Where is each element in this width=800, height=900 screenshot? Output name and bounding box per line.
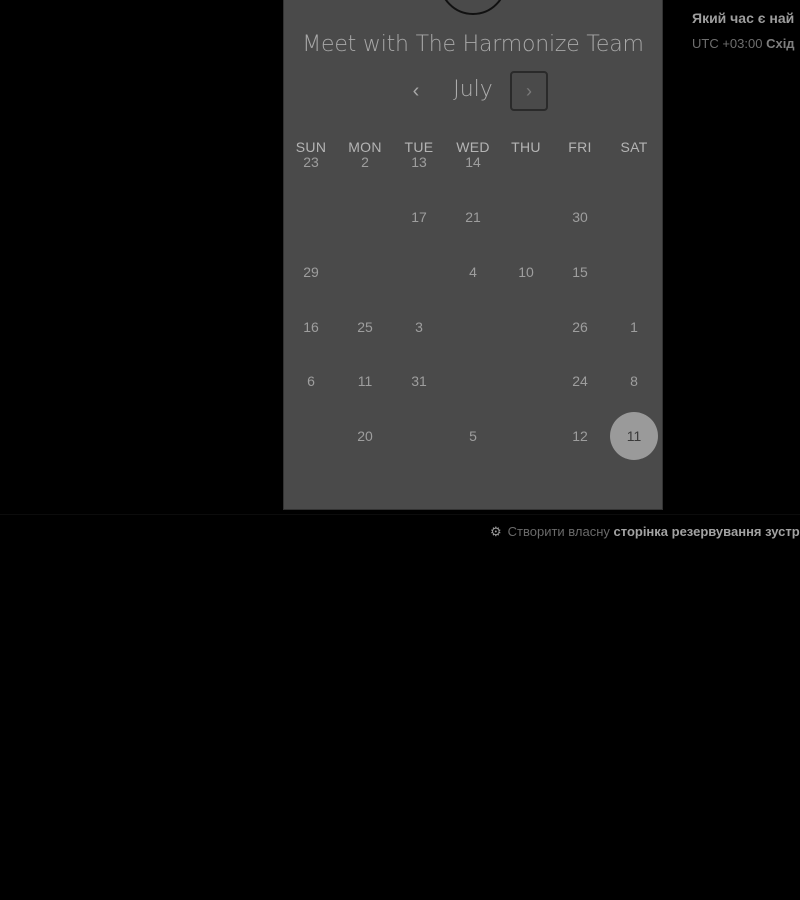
day-cell[interactable]: 15	[556, 248, 604, 296]
day-cell[interactable]: 26	[556, 303, 604, 351]
weekday-sat: SAT	[620, 139, 648, 155]
day-cell[interactable]: 24	[556, 357, 604, 405]
day-cell[interactable]: 11	[341, 357, 389, 405]
time-selection-header: Який час є най UTC +03:00 Схід	[692, 10, 800, 51]
day-cell[interactable]: 6	[287, 357, 335, 405]
time-question: Який час є най	[692, 10, 795, 26]
weekday-thu: THU	[511, 139, 541, 155]
timezone-label[interactable]: UTC +03:00 Схід	[692, 36, 800, 51]
day-selected[interactable]: 11	[610, 412, 658, 460]
day-cell[interactable]: 14	[449, 138, 497, 186]
day-cell[interactable]: 13	[395, 138, 443, 186]
day-cell[interactable]: 31	[395, 357, 443, 405]
timezone-name: Схід	[766, 36, 795, 51]
chevron-right-icon: ›	[526, 81, 532, 101]
day-cell[interactable]: 20	[341, 412, 389, 460]
footer-link-text[interactable]: сторінка резервування зустр	[614, 524, 800, 539]
hubspot-sprocket-icon: ⚙	[490, 524, 502, 539]
avatar	[439, 0, 507, 15]
day-cell[interactable]: 2	[341, 138, 389, 186]
create-booking-page-link[interactable]: ⚙ Створити власну сторінка резервування …	[490, 524, 800, 540]
weekday-fri: FRI	[568, 139, 592, 155]
day-cell[interactable]: 16	[287, 303, 335, 351]
day-cell[interactable]: 29	[287, 248, 335, 296]
day-cell[interactable]: 30	[556, 193, 604, 241]
day-cell[interactable]: 10	[502, 248, 550, 296]
day-cell[interactable]: 3	[395, 303, 443, 351]
day-cell[interactable]: 5	[449, 412, 497, 460]
day-cell[interactable]: 17	[395, 193, 443, 241]
timezone-offset: UTC +03:00	[692, 36, 763, 51]
page-title: Meet with The Harmonize Team	[302, 32, 644, 57]
day-cell[interactable]: 8	[610, 357, 658, 405]
month-label: July	[453, 77, 493, 102]
chevron-left-icon: ‹	[412, 80, 420, 102]
month-navigation: ‹ July ›	[284, 69, 662, 115]
day-cell[interactable]: 21	[449, 193, 497, 241]
day-cell[interactable]: 4	[449, 248, 497, 296]
calendar-panel: Meet with The Harmonize Team ‹ July › SU…	[283, 0, 663, 510]
day-cell[interactable]: 12	[556, 412, 604, 460]
next-month-button[interactable]: ›	[510, 71, 548, 111]
prev-month-button[interactable]: ‹	[404, 79, 428, 103]
day-cell[interactable]: 23	[287, 138, 335, 186]
day-cell[interactable]: 25	[341, 303, 389, 351]
day-cell[interactable]: 1	[610, 303, 658, 351]
footer-prefix: Створити власну	[507, 524, 610, 539]
